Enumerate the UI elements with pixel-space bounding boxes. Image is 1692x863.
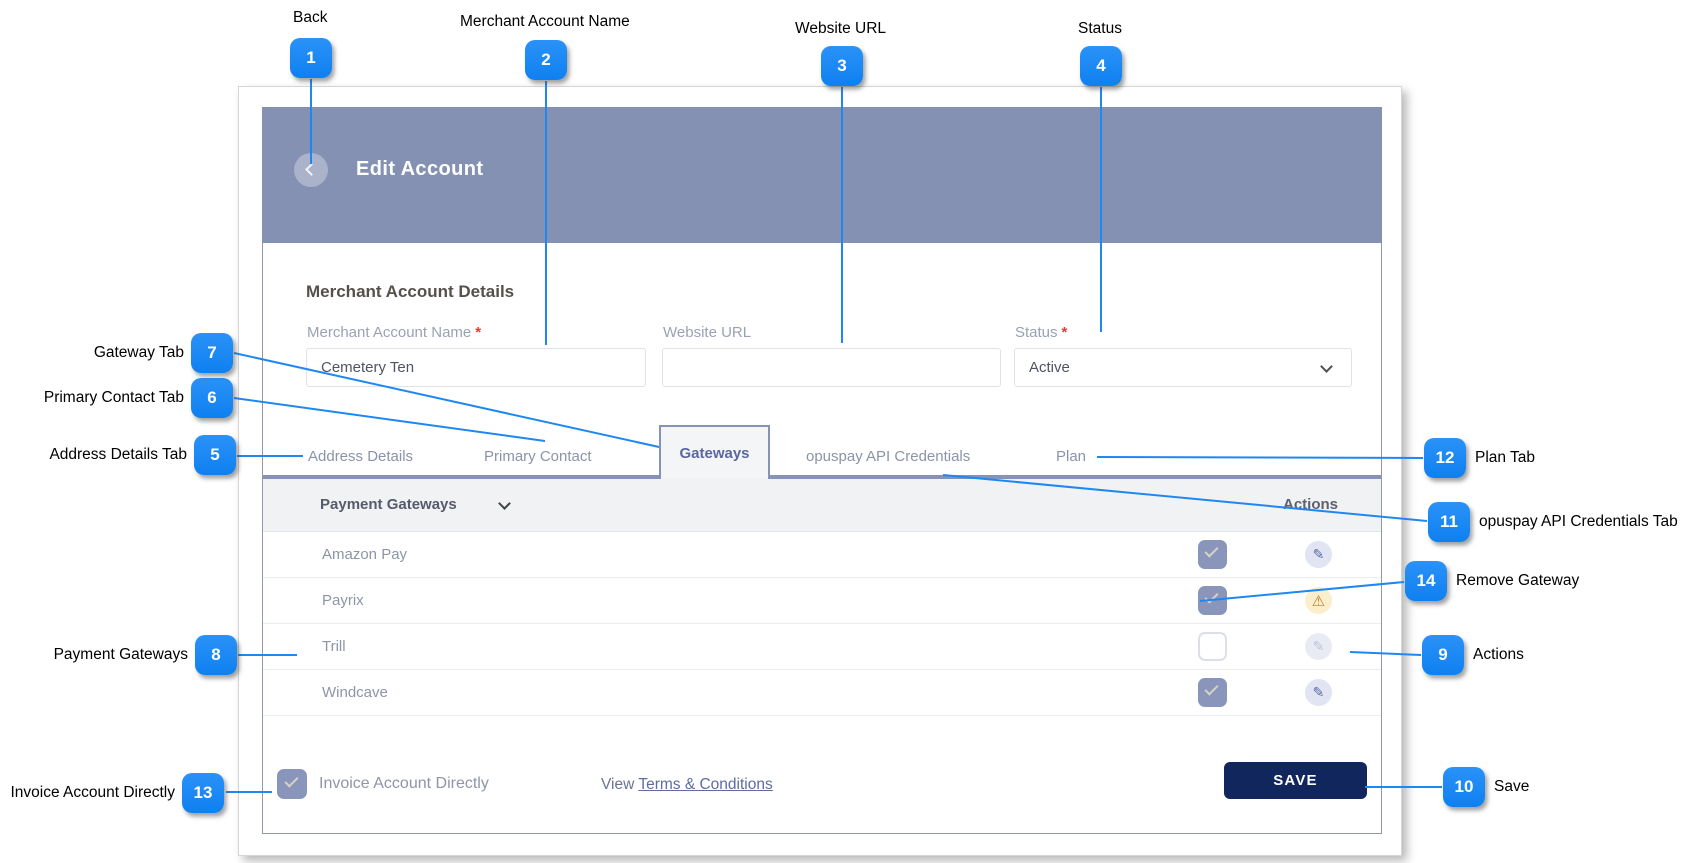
- callout-label-merchant-name: Merchant Account Name: [460, 13, 630, 30]
- gateway-checkbox[interactable]: [1198, 632, 1227, 661]
- website-url-label: Website URL: [663, 324, 751, 341]
- check-icon: [1204, 589, 1219, 604]
- callout-label-payment-gateways: Payment Gateways: [53, 646, 188, 663]
- callout-label-remove-gateway: Remove Gateway: [1456, 572, 1580, 589]
- callout-badge-14: 14: [1405, 561, 1447, 601]
- annotated-screenshot: Edit Account Merchant Account Details Me…: [0, 0, 1692, 863]
- gateway-checkbox[interactable]: [1198, 586, 1227, 615]
- gateway-checkbox[interactable]: [1198, 540, 1227, 569]
- callout-label-actions: Actions: [1473, 646, 1524, 663]
- callout-badge-8: 8: [195, 635, 237, 675]
- window-header-bar: Edit Account: [262, 107, 1382, 243]
- callout-label-opuspay-tab: opuspay API Credentials Tab: [1479, 513, 1678, 530]
- callout-label-primary-contact-tab: Primary Contact Tab: [43, 389, 184, 406]
- callout-badge-6: 6: [191, 378, 233, 418]
- save-button[interactable]: SAVE: [1224, 762, 1367, 799]
- table-header-row: Payment Gateways Actions: [263, 479, 1381, 532]
- tab-gateways[interactable]: Gateways: [659, 425, 770, 479]
- invoice-directly-checkbox[interactable]: [277, 769, 307, 799]
- back-button[interactable]: [294, 153, 328, 187]
- merchant-name-label-text: Merchant Account Name: [307, 324, 472, 341]
- callout-badge-9: 9: [1422, 635, 1464, 675]
- callout-label-back: Back: [293, 9, 328, 26]
- status-value: Active: [1029, 359, 1070, 376]
- callout-label-status: Status: [1078, 20, 1122, 37]
- merchant-name-value: Cemetery Ten: [321, 359, 415, 376]
- edit-icon[interactable]: ✎: [1305, 679, 1332, 706]
- gateway-name: Windcave: [322, 684, 388, 701]
- required-asterisk: *: [475, 324, 482, 341]
- warning-icon[interactable]: ⚠: [1305, 587, 1332, 614]
- check-icon: [284, 773, 299, 788]
- callout-badge-1: 1: [290, 38, 332, 78]
- tab-plan[interactable]: Plan: [1056, 448, 1086, 465]
- callout-badge-11: 11: [1428, 502, 1470, 542]
- back-chevron-icon: [305, 163, 318, 176]
- invoice-directly-label: Invoice Account Directly: [319, 775, 489, 792]
- required-asterisk: *: [1061, 324, 1068, 341]
- terms-and-conditions-link[interactable]: Terms & Conditions: [638, 776, 772, 793]
- callout-badge-4: 4: [1080, 46, 1122, 86]
- gateway-name: Amazon Pay: [322, 546, 408, 563]
- callout-badge-3: 3: [821, 46, 863, 86]
- callout-badge-13: 13: [182, 773, 224, 813]
- payment-gateways-header[interactable]: Payment Gateways: [320, 496, 457, 513]
- chevron-down-icon[interactable]: [498, 497, 511, 510]
- table-row: Windcave ✎: [263, 670, 1381, 716]
- edit-icon[interactable]: ✎: [1305, 541, 1332, 568]
- callout-badge-5: 5: [194, 435, 236, 475]
- status-select[interactable]: Active: [1014, 348, 1352, 387]
- status-label-text: Status: [1015, 324, 1058, 341]
- tab-opuspay-api-credentials[interactable]: opuspay API Credentials: [806, 448, 970, 465]
- table-row: Trill ✎: [263, 624, 1381, 670]
- callout-label-website-url: Website URL: [795, 20, 887, 37]
- table-row: Amazon Pay ✎: [263, 532, 1381, 578]
- gateway-name: Payrix: [322, 592, 364, 609]
- gateway-name: Trill: [322, 638, 346, 655]
- callout-badge-7: 7: [191, 333, 233, 373]
- status-label: Status *: [1015, 324, 1067, 341]
- callout-label-address-details-tab: Address Details Tab: [49, 446, 187, 463]
- website-url-input[interactable]: [662, 348, 1001, 387]
- check-icon: [1204, 681, 1219, 696]
- merchant-name-label: Merchant Account Name *: [307, 324, 481, 341]
- terms-line: View Terms & Conditions: [601, 776, 773, 794]
- callout-label-invoice-directly: Invoice Account Directly: [10, 784, 175, 801]
- merchant-name-input[interactable]: Cemetery Ten: [306, 348, 646, 387]
- tab-primary-contact[interactable]: Primary Contact: [484, 448, 592, 465]
- callout-label-save: Save: [1494, 778, 1530, 795]
- callout-label-plan-tab: Plan Tab: [1475, 449, 1536, 466]
- edit-icon-disabled: ✎: [1305, 633, 1332, 660]
- callout-label-gateway-tab: Gateway Tab: [93, 344, 184, 361]
- callout-badge-10: 10: [1443, 767, 1485, 807]
- callout-badge-12: 12: [1424, 438, 1466, 478]
- check-icon: [1204, 543, 1219, 558]
- actions-header: Actions: [1283, 496, 1339, 513]
- view-text: View: [601, 776, 639, 793]
- page-title: Edit Account: [356, 158, 484, 180]
- callout-badge-2: 2: [525, 40, 567, 80]
- section-title: Merchant Account Details: [306, 282, 515, 301]
- table-row: Payrix ⚠: [263, 578, 1381, 624]
- tab-address-details[interactable]: Address Details: [308, 448, 413, 465]
- website-url-label-text: Website URL: [663, 324, 752, 341]
- gateway-checkbox[interactable]: [1198, 678, 1227, 707]
- chevron-down-icon: [1320, 360, 1333, 373]
